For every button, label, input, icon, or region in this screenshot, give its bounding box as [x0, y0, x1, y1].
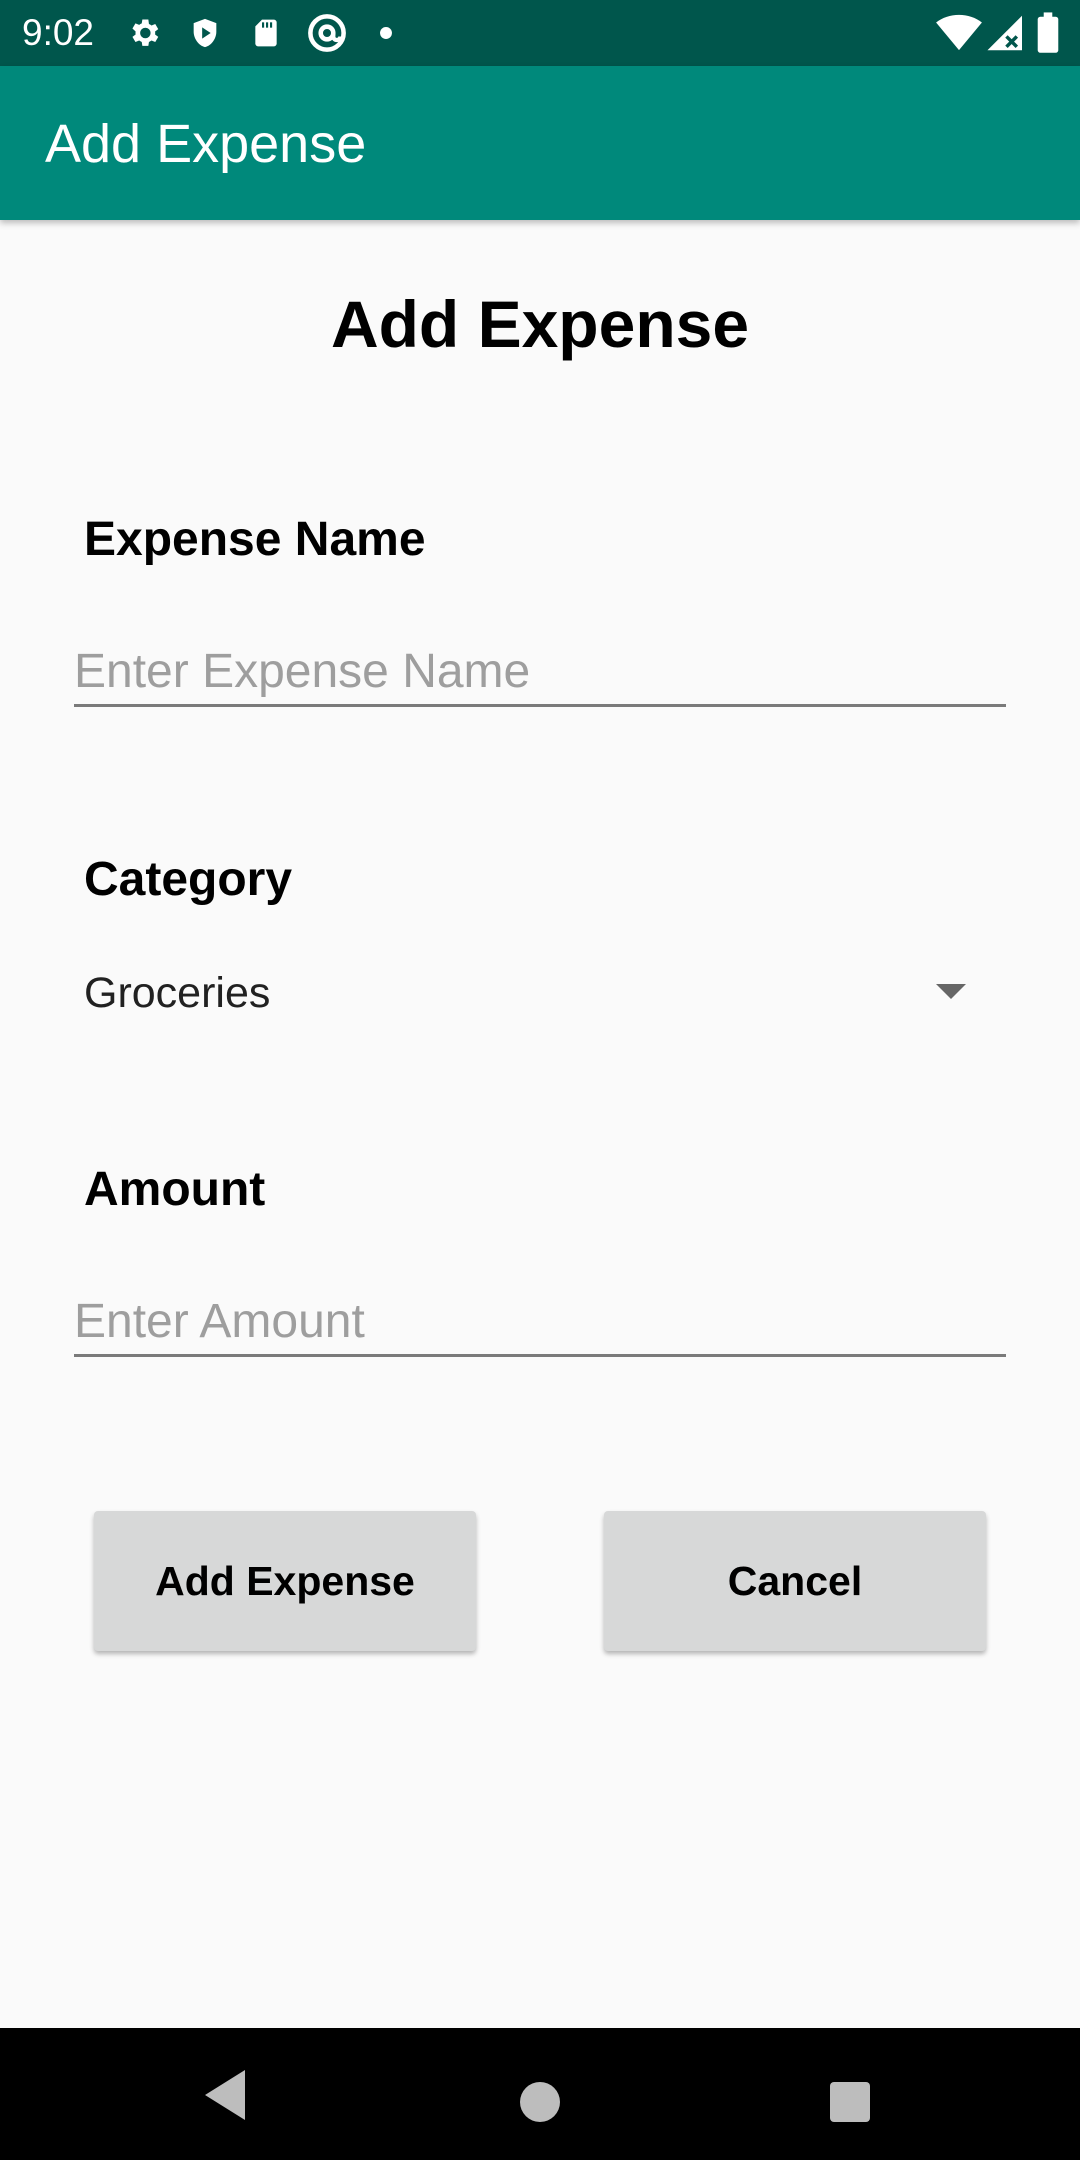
app-bar: Add Expense: [0, 66, 1080, 220]
home-icon[interactable]: [520, 2082, 560, 2122]
dot-icon: [380, 27, 392, 39]
signal-icon: [987, 15, 1022, 51]
back-icon[interactable]: [205, 2070, 245, 2120]
at-sign-icon: [308, 14, 346, 52]
gear-icon: [132, 19, 159, 46]
amount-input[interactable]: [74, 1288, 1006, 1357]
wifi-icon: [936, 14, 982, 51]
category-selected-value: Groceries: [84, 969, 271, 1017]
navigation-bar: [0, 2028, 1080, 2160]
status-time: 9:02: [22, 12, 95, 53]
amount-label: Amount: [84, 1163, 266, 1216]
sd-card-icon: [255, 19, 277, 47]
cancel-button[interactable]: Cancel: [604, 1511, 986, 1651]
shield-icon: [193, 18, 217, 48]
recents-icon[interactable]: [830, 2082, 870, 2122]
category-label: Category: [84, 853, 293, 906]
battery-icon: [1037, 12, 1059, 53]
expense-name-label: Expense Name: [84, 513, 426, 566]
status-icons-right: [930, 12, 1070, 54]
dropdown-arrow-icon: [936, 984, 966, 999]
expense-name-input[interactable]: [74, 638, 1006, 707]
category-dropdown[interactable]: Groceries: [74, 962, 1006, 1026]
add-expense-button[interactable]: Add Expense: [94, 1511, 476, 1651]
app-bar-title: Add Expense: [45, 114, 367, 174]
status-bar: 9:02: [0, 0, 1080, 66]
page-title: Add Expense: [330, 287, 750, 361]
